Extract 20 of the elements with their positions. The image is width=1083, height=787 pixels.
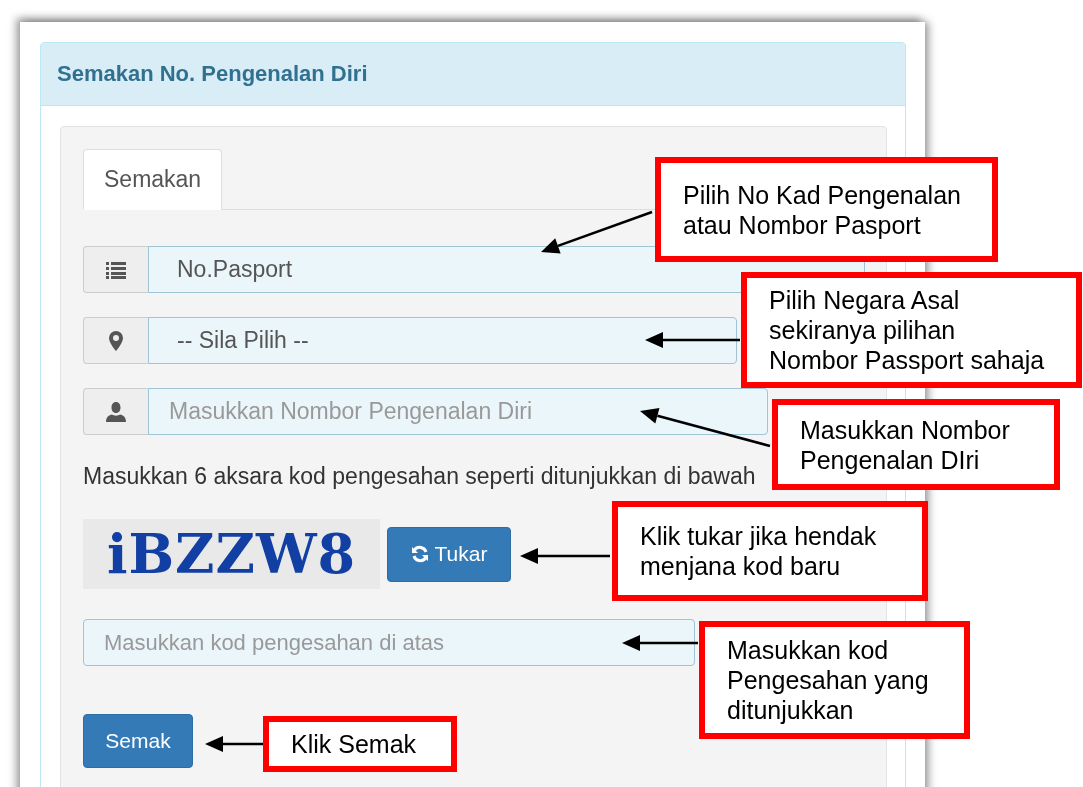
list-icon xyxy=(106,260,126,279)
map-pin-icon xyxy=(109,330,123,351)
user-icon xyxy=(106,401,126,422)
callout-note: Klik tukar jika hendak menjana kod baru xyxy=(612,501,928,601)
callout-note: Klik Semak xyxy=(263,716,457,772)
callout-note: Masukkan Nombor Pengenalan DIri xyxy=(772,399,1060,490)
refresh-button[interactable]: Tukar xyxy=(387,526,511,582)
arrow xyxy=(205,736,263,752)
input-field[interactable]: Masukkan Nombor Pengenalan Diri xyxy=(148,388,768,435)
select-field[interactable]: -- Sila Pilih -- xyxy=(148,317,737,364)
tab[interactable]: Semakan xyxy=(83,149,223,210)
captcha-image: iBZZW8 xyxy=(83,519,380,589)
code-input-field[interactable]: Masukkan kod pengesahan di atas xyxy=(83,619,695,666)
callout-note: Pilih No Kad Pengenalan atau Nombor Pasport xyxy=(655,157,998,262)
check-button[interactable]: Semak xyxy=(83,714,193,768)
callout-note: Pilih Negara Asal sekiranya pilihan Nombor Passport sahaja xyxy=(741,272,1082,388)
refresh-icon xyxy=(410,545,429,563)
helper-text: Masukkan 6 aksara kod pengesahan seperti ditunjukkan di bawah xyxy=(83,463,757,489)
panel-title: Semakan No. Pengenalan Diri xyxy=(57,61,368,87)
callout-note: Masukkan kod Pengesahan yang ditunjukkan xyxy=(699,621,970,739)
